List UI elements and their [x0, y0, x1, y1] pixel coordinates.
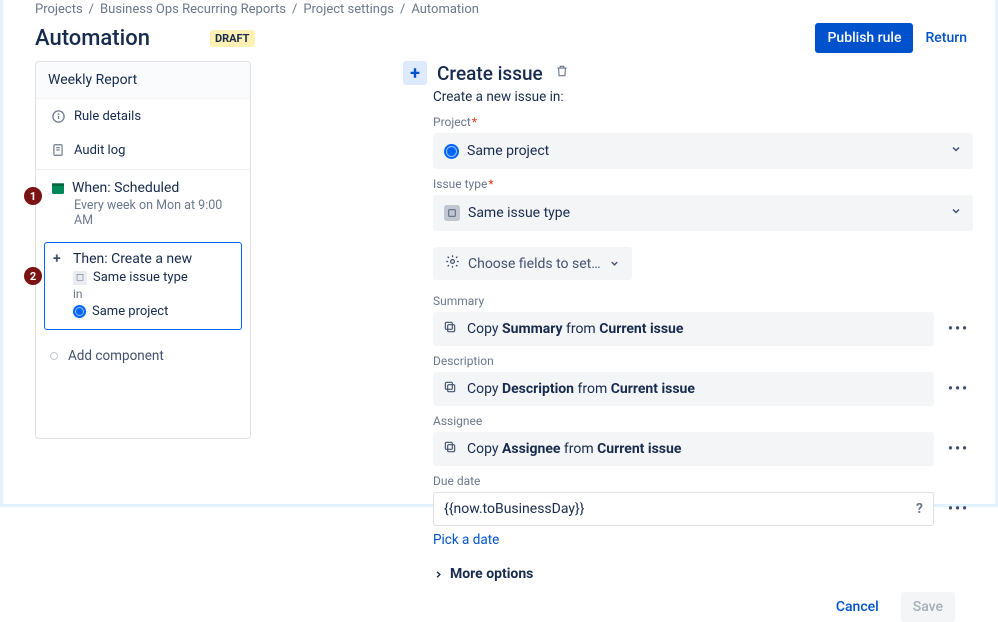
- audit-log-link[interactable]: Audit log: [36, 133, 250, 167]
- publish-rule-button[interactable]: Publish rule: [815, 23, 913, 53]
- field-menu-button[interactable]: •••: [944, 441, 973, 457]
- action-in: in: [73, 287, 233, 301]
- status-badge: DRAFT: [210, 30, 255, 47]
- return-button[interactable]: Return: [913, 23, 979, 53]
- cancel-button[interactable]: Cancel: [824, 592, 891, 622]
- copy-text: Copy Assignee from Current issue: [467, 441, 681, 457]
- add-step-button[interactable]: +: [403, 61, 427, 85]
- info-icon: [50, 108, 66, 124]
- issuetype-icon: ◻: [73, 271, 87, 285]
- due-date-input[interactable]: {{now.toBusinessDay}} ?: [433, 492, 934, 526]
- issuetype-value: Same issue type: [468, 205, 570, 221]
- document-icon: [50, 142, 66, 158]
- due-date-value: {{now.toBusinessDay}}: [444, 501, 584, 517]
- save-button[interactable]: Save: [901, 592, 955, 622]
- field-label: Description: [433, 354, 973, 368]
- help-icon[interactable]: ?: [916, 501, 923, 517]
- delete-action-button[interactable]: [555, 64, 569, 82]
- copy-icon: [443, 380, 457, 398]
- calendar-icon: [50, 180, 66, 196]
- field-label: Summary: [433, 294, 973, 308]
- breadcrumb: Projects/ Business Ops Recurring Reports…: [35, 0, 995, 17]
- action-card[interactable]: + Then: Create a new ◻ Same issue type i…: [44, 242, 242, 330]
- annotation-2: 2: [24, 267, 42, 285]
- field-menu-button[interactable]: •••: [944, 321, 973, 337]
- add-component-label: Add component: [68, 348, 164, 364]
- panel-heading: Create issue: [437, 62, 543, 85]
- rule-details-link[interactable]: Rule details: [36, 99, 250, 133]
- more-options-toggle[interactable]: More options: [433, 566, 973, 582]
- issuetype-select[interactable]: Same issue type: [433, 195, 973, 231]
- globe-icon: [444, 144, 459, 159]
- chevron-down-icon: [950, 205, 962, 221]
- crumb[interactable]: Automation: [411, 2, 479, 17]
- globe-icon: [73, 305, 86, 318]
- gear-icon: [445, 254, 460, 273]
- action-title: Then: Create a new: [73, 251, 233, 267]
- plus-icon: +: [53, 251, 61, 267]
- trigger-subtitle: Every week on Mon at 9:00 AM: [74, 198, 238, 228]
- project-value: Same project: [467, 143, 549, 159]
- annotation-1: 1: [24, 187, 42, 205]
- choose-fields-label: Choose fields to set…: [468, 256, 601, 272]
- rule-name[interactable]: Weekly Report: [36, 62, 250, 99]
- circle-icon: [50, 352, 58, 360]
- chevron-down-icon: [609, 258, 620, 269]
- config-panel: + Create issue Create a new issue in: Pr…: [263, 61, 995, 622]
- field-menu-button[interactable]: •••: [944, 381, 973, 397]
- page-title: Automation: [35, 26, 150, 51]
- pick-a-date-link[interactable]: Pick a date: [433, 532, 499, 548]
- choose-fields-button[interactable]: Choose fields to set…: [433, 247, 632, 280]
- field-label: Assignee: [433, 414, 973, 428]
- copy-text: Copy Summary from Current issue: [467, 321, 683, 337]
- action-project: Same project: [92, 304, 168, 319]
- project-select[interactable]: Same project: [433, 133, 973, 169]
- issuetype-icon: [444, 205, 460, 221]
- rule-sidebar: Weekly Report Rule details Audit log: [35, 61, 251, 439]
- copy-icon: [443, 440, 457, 458]
- more-options-label: More options: [450, 566, 533, 582]
- chevron-right-icon: [433, 569, 444, 580]
- crumb[interactable]: Project settings: [303, 2, 394, 17]
- field-menu-button[interactable]: •••: [944, 501, 973, 517]
- copy-field-select[interactable]: Copy Summary from Current issue: [433, 312, 934, 346]
- panel-intro: Create a new issue in:: [433, 89, 973, 105]
- crumb[interactable]: Projects: [35, 2, 83, 17]
- rule-details-label: Rule details: [74, 109, 141, 124]
- trigger-card[interactable]: When: Scheduled Every week on Mon at 9:0…: [36, 172, 250, 236]
- audit-log-label: Audit log: [74, 143, 125, 158]
- copy-field-select[interactable]: Copy Assignee from Current issue: [433, 432, 934, 466]
- action-issuetype: Same issue type: [93, 270, 188, 285]
- issuetype-label: Issue type*: [433, 177, 973, 191]
- add-component-button[interactable]: Add component: [36, 338, 250, 438]
- due-date-label: Due date: [433, 474, 973, 488]
- crumb[interactable]: Business Ops Recurring Reports: [100, 2, 286, 17]
- copy-field-select[interactable]: Copy Description from Current issue: [433, 372, 934, 406]
- chevron-down-icon: [950, 143, 962, 159]
- copy-text: Copy Description from Current issue: [467, 381, 695, 397]
- project-label: Project*: [433, 115, 973, 129]
- copy-icon: [443, 320, 457, 338]
- trigger-title: When: Scheduled: [72, 180, 179, 196]
